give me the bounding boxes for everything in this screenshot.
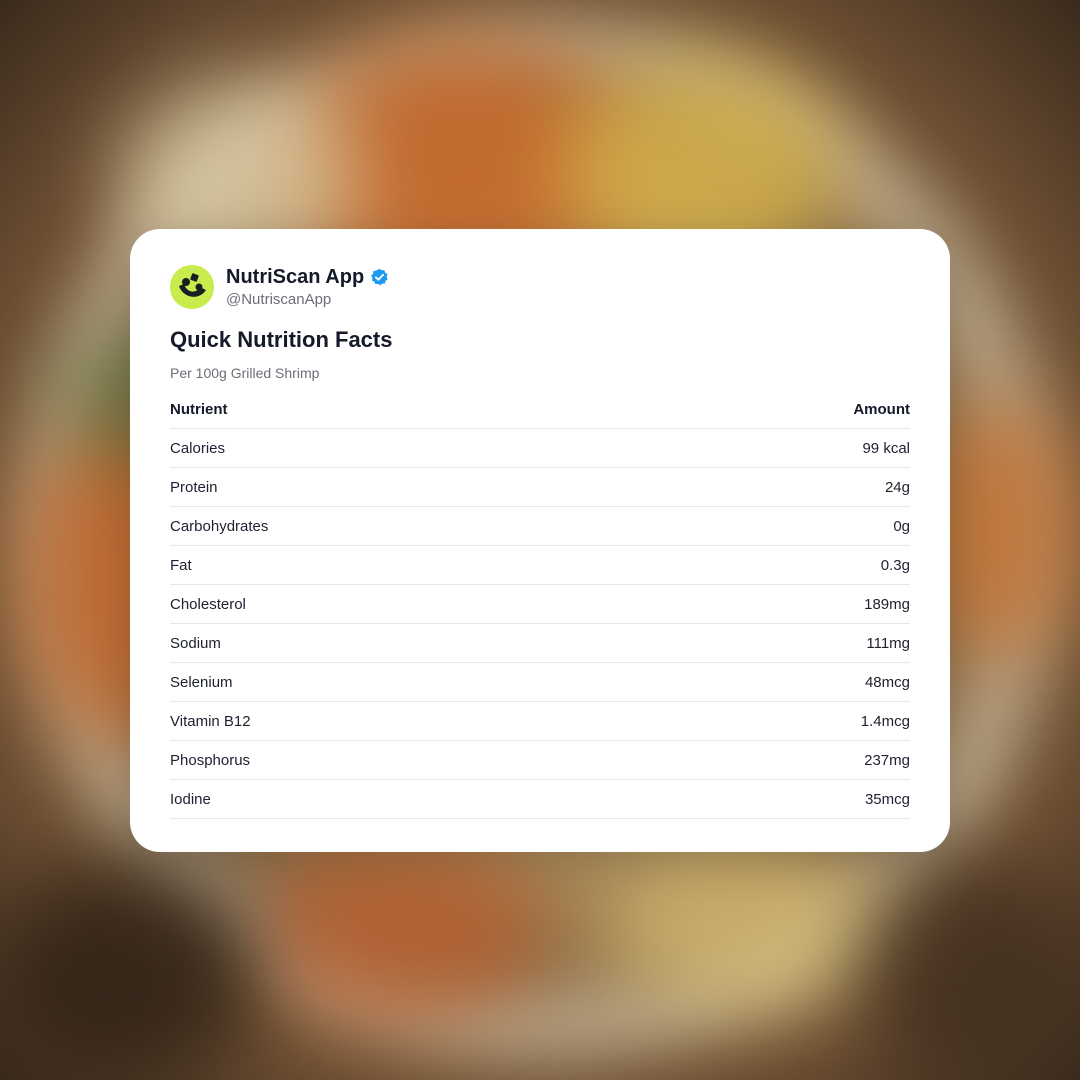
table-row: Sodium 111mg [170,624,910,663]
card-title: Quick Nutrition Facts [170,327,393,352]
nutrient-name: Calories [170,439,226,457]
background-blob [260,840,540,1020]
nutrient-name: Fat [170,556,192,574]
column-header-nutrient: Nutrient [170,400,228,418]
nutrient-name: Cholesterol [170,595,246,613]
leaf-logo-icon [170,265,214,309]
table-row: Calories 99 kcal [170,429,910,468]
name-row: NutriScan App [226,265,389,289]
nutrient-amount: 48mcg [864,673,910,691]
nutrient-name: Phosphorus [170,751,251,769]
nutrient-amount: 35mcg [864,790,910,808]
nutrient-amount: 24g [884,478,910,496]
table-row: Vitamin B12 1.4mcg [170,702,910,741]
table-row: Carbohydrates 0g [170,507,910,546]
nutrient-amount: 0.3g [880,556,910,574]
nutrient-name: Selenium [170,673,233,691]
background-blob [0,860,260,1080]
profile-header: NutriScan App @NutriscanApp [170,265,910,311]
nutrient-name: Iodine [170,790,211,808]
background-blob [860,860,1080,1080]
nutrition-table: Nutrient Amount Calories 99 kcal Protein… [170,390,910,819]
table-row: Iodine 35mcg [170,780,910,819]
table-header-row: Nutrient Amount [170,390,910,429]
nutrient-amount: 1.4mcg [860,712,910,730]
nutrient-name: Sodium [170,634,221,652]
table-row: Cholesterol 189mg [170,585,910,624]
nutrient-name: Vitamin B12 [170,712,251,730]
avatar[interactable] [170,265,214,309]
table-row: Fat 0.3g [170,546,910,585]
nutrient-amount: 111mg [866,634,910,652]
table-row: Selenium 48mcg [170,663,910,702]
column-header-amount: Amount [853,400,910,418]
table-row: Protein 24g [170,468,910,507]
nutrient-name: Protein [170,478,218,496]
card-subtitle: Per 100g Grilled Shrimp [170,365,320,381]
nutrient-amount: 189mg [864,595,910,613]
app-name[interactable]: NutriScan App [226,265,364,289]
nutrient-amount: 99 kcal [862,439,910,457]
user-handle[interactable]: @NutriscanApp [226,291,331,309]
nutrient-amount: 237mg [864,751,910,769]
background-blob [600,840,900,1010]
table-row: Phosphorus 237mg [170,741,910,780]
verified-badge-icon [371,268,388,285]
nutrient-amount: 0g [893,517,910,535]
nutrition-card: NutriScan App @NutriscanApp Quick Nutrit… [130,229,950,852]
nutrient-name: Carbohydrates [170,517,269,535]
